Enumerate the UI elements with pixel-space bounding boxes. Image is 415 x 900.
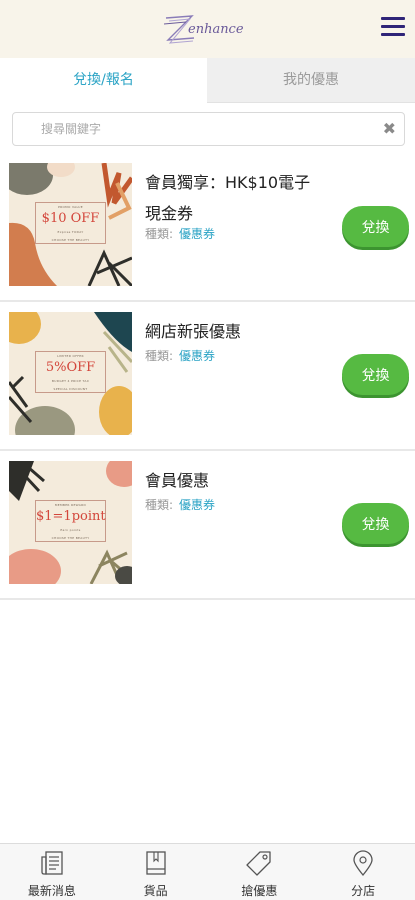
book-icon (145, 851, 166, 875)
category-label: 種類: (145, 349, 174, 363)
nav-news-label: 最新消息 (27, 884, 76, 898)
coupon-category: 種類: 優惠券 (145, 225, 215, 242)
nav-products[interactable]: 貨品 (104, 844, 208, 900)
coupon-item[interactable]: PROMO VALUE $10 OFF Expires TODAY CHOOSE… (0, 153, 415, 302)
logo-text: enhance (188, 22, 244, 37)
nav-products-label: 貨品 (143, 884, 168, 898)
search-input[interactable] (13, 113, 353, 145)
coupon-image-frame: LIMITED OFFER 5%OFF BUDGET 4 PRICE TAX S… (35, 351, 106, 393)
hamburger-menu-icon[interactable] (381, 17, 405, 39)
enhance-logo[interactable]: enhance (160, 10, 260, 50)
coupon-category: 種類: 優惠券 (145, 496, 215, 513)
redeem-button[interactable]: 兌換 (342, 206, 409, 247)
bottom-nav: 最新消息 貨品 搶優惠 分店 (0, 843, 415, 900)
nav-branches[interactable]: 分店 (311, 844, 415, 900)
tab-bar: 兌換/報名 我的優惠 (0, 58, 415, 103)
coupon-title: 會員獨享：HK$10電子現金券 (145, 173, 311, 223)
category-value: 優惠券 (179, 227, 216, 241)
nav-news[interactable]: 最新消息 (0, 844, 104, 900)
coupon-image-frame: MEMBER REWARD $1=1point Earn points CHOO… (35, 500, 106, 542)
coupon-title: 網店新張優惠 (145, 322, 242, 341)
redeem-button[interactable]: 兌換 (342, 503, 409, 544)
tab-redeem[interactable]: 兌換/報名 (0, 58, 207, 103)
nav-branches-label: 分店 (351, 884, 376, 898)
app-header: enhance (0, 0, 415, 58)
coupon-image-headline: 5%OFF (45, 360, 96, 375)
coupon-image-headline: $10 OFF (41, 211, 100, 226)
close-icon[interactable]: ✖ (383, 120, 396, 138)
category-label: 種類: (145, 227, 174, 241)
coupon-item[interactable]: MEMBER REWARD $1=1point Earn points CHOO… (0, 451, 415, 600)
coupon-list: PROMO VALUE $10 OFF Expires TODAY CHOOSE… (0, 153, 415, 600)
coupon-title: 會員優惠 (145, 471, 210, 490)
tab-my-offers[interactable]: 我的優惠 (207, 58, 415, 103)
tag-icon (246, 851, 272, 876)
category-value: 優惠券 (179, 498, 216, 512)
coupon-image-frame: PROMO VALUE $10 OFF Expires TODAY CHOOSE… (35, 202, 106, 244)
coupon-image-headline: $1=1point (36, 509, 106, 524)
nav-offers[interactable]: 搶優惠 (208, 844, 312, 900)
category-label: 種類: (145, 498, 174, 512)
nav-offers-label: 搶優惠 (241, 884, 278, 898)
redeem-button[interactable]: 兌換 (342, 354, 409, 395)
coupon-image: LIMITED OFFER 5%OFF BUDGET 4 PRICE TAX S… (9, 312, 132, 435)
coupon-item[interactable]: LIMITED OFFER 5%OFF BUDGET 4 PRICE TAX S… (0, 302, 415, 451)
coupon-category: 種類: 優惠券 (145, 347, 215, 364)
coupon-image: MEMBER REWARD $1=1point Earn points CHOO… (9, 461, 132, 584)
location-pin-icon (353, 850, 373, 877)
coupon-image: PROMO VALUE $10 OFF Expires TODAY CHOOSE… (9, 163, 132, 286)
news-icon (41, 851, 63, 875)
category-value: 優惠券 (179, 349, 216, 363)
search-bar: ✖ (12, 112, 405, 146)
